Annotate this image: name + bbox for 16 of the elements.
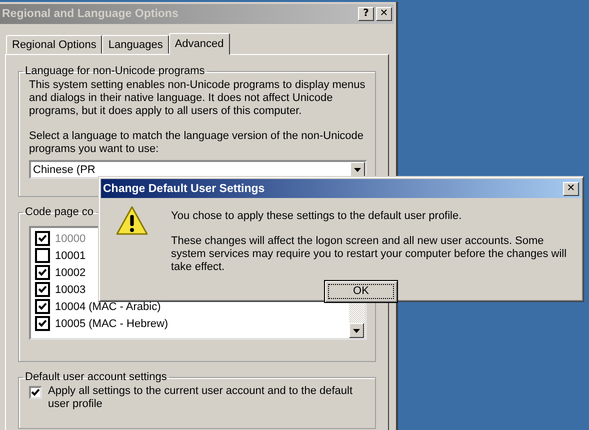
- checkbox-label: Apply all settings to the current user account and to the default user profile: [48, 385, 354, 411]
- description-text: This system setting enables non-Unicode programs to display menus and dialogs in their native language. It does not affect Unicode programs, but it does apply to all users of this computer.: [29, 79, 366, 118]
- code-page-label: 10001: [55, 250, 86, 262]
- dialog-title: Change Default User Settings: [103, 182, 265, 194]
- code-page-label: 10000: [55, 232, 86, 244]
- code-page-label: 10004 (MAC - Arabic): [55, 300, 161, 312]
- message-text: You chose to apply these settings to the default user profile.: [171, 210, 463, 223]
- detail-text: These changes will affect the logon screen and all new user accounts. Some system services may require you to restart your computer before the changes will take effect.: [171, 235, 568, 274]
- group-title: Code page co: [24, 206, 94, 218]
- prompt-text: Select a language to match the language version of the non-Unicode programs you want to use:: [29, 130, 365, 156]
- code-page-label: 10002: [55, 266, 86, 278]
- code-page-label: 10005 (MAC - Hebrew): [55, 318, 168, 330]
- group-title: Language for non-Unicode programs: [24, 65, 206, 77]
- group-title: Default user account settings: [24, 371, 168, 383]
- code-page-label: 10003: [55, 284, 86, 296]
- window-title: Regional and Language Options: [1, 8, 178, 20]
